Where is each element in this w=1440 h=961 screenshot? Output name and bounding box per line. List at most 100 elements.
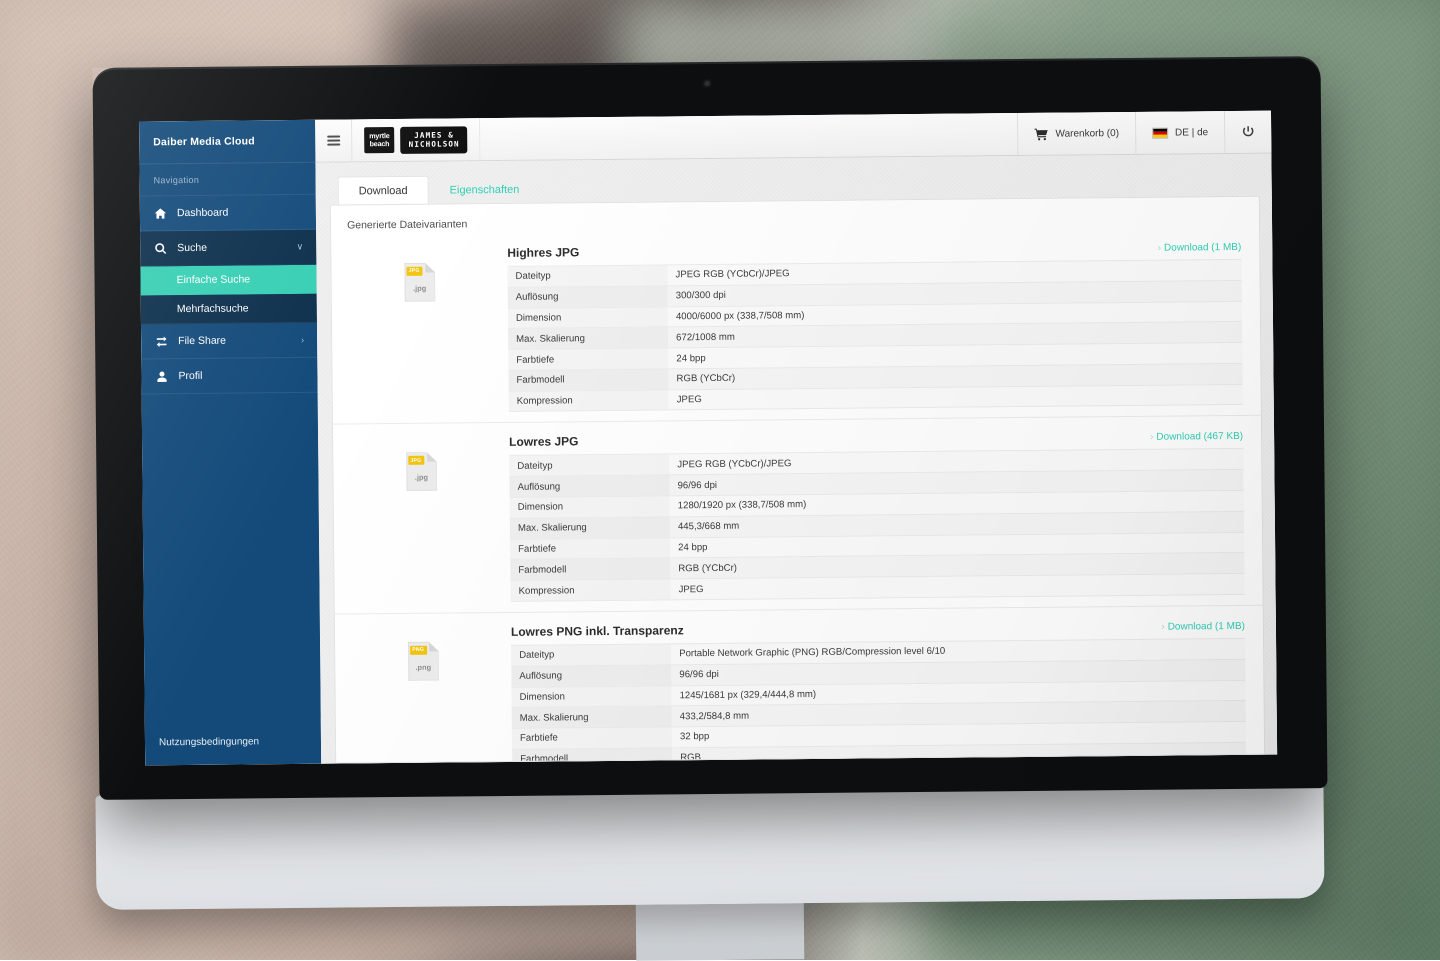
sidebar-subitem-label: Mehrfachsuche [176,302,249,316]
variant-list: JPG .jpg Highres JPG › Download (1 MB) Dateit… [331,227,1265,764]
file-icon-badge: JPG [405,266,423,276]
hamburger-icon [326,134,340,146]
sidebar-item-profil[interactable]: Profil [141,357,318,395]
sidebar-item-label: Dashboard [176,206,229,220]
cart-label: Warenkorb (0) [1055,127,1120,140]
sidebar-subitem-label: Einfache Suche [176,273,251,287]
webcam-icon [704,80,710,87]
property-key: Dimension [509,495,670,519]
download-link[interactable]: › Download (1 MB) [1161,621,1245,633]
property-key: Auflösung [511,664,672,687]
property-key: Kompression [508,389,669,412]
logo-line-1: JAMES & [414,130,454,140]
monitor-chin [95,784,1325,910]
sidebar-filler [141,392,321,720]
brand-logos: myrtle beach JAMES & NICHOLSON [352,118,481,162]
german-flag-icon [1151,127,1169,139]
search-icon [154,242,167,255]
property-key: Dateityp [511,643,672,667]
file-type-icon-cell: JPG .jpg [331,234,509,424]
property-value: JPEG [670,573,1245,600]
tab-label: Eigenschaften [449,183,520,197]
download-link-label: Download (1 MB) [1167,620,1245,633]
property-key: Max. Skalierung [511,706,672,729]
tab-eigenschaften[interactable]: Eigenschaften [428,175,540,204]
menu-toggle-button[interactable] [315,119,353,162]
file-variant-body: Highres JPG › Download (1 MB) Dateityp JPEG … [507,227,1243,423]
tab-download[interactable]: Download [337,175,429,205]
download-link-label: Download (1 MB) [1163,241,1242,254]
download-link-label: Download (467 KB) [1156,431,1244,444]
file-icon: JPG .jpg [406,452,437,491]
file-icon-badge: JPG [407,456,425,466]
sidebar-section-label: Navigation [139,162,316,197]
property-value: Compression level 6/10 [672,762,1247,764]
file-icon: PNG .png [408,642,439,681]
download-panel: Generierte Dateivarianten JPG .jpg Highres… [329,195,1266,764]
language-label: DE | de [1174,126,1209,139]
property-key: Dateityp [509,454,670,477]
file-variant-section: PNG .png Lowres PNG inkl. Transparenz › Down… [334,604,1265,764]
property-key: Farbmodell [508,368,669,392]
file-variant-body: Lowres JPG › Download (467 KB) Dateityp JPEG… [509,416,1245,612]
file-icon-badge: PNG [409,645,427,655]
cart-button[interactable]: Warenkorb (0) [1017,111,1136,156]
language-button[interactable]: DE | de [1134,111,1225,154]
file-icon-extension: .png [415,662,432,672]
file-variant-body: Lowres PNG inkl. Transparenz › Download (1… [511,606,1247,764]
sidebar-item-label: File Share [178,334,227,348]
file-type-icon-cell: PNG .png [335,613,513,764]
property-key: Dateityp [507,264,668,288]
application-window: Daiber Media Cloud Navigation Dashboard … [139,110,1278,766]
logout-button[interactable] [1223,110,1272,154]
file-icon-extension: .jpg [414,473,429,483]
sidebar-subitem-mehrfachsuche[interactable]: Mehrfachsuche [140,293,317,325]
properties-table: Dateityp JPEG RGB (YCbCr)/JPEG Auflösung 96… [509,448,1245,602]
home-icon [154,207,167,220]
user-icon [155,370,168,383]
app-brand: Daiber Media Cloud [139,119,316,165]
download-link[interactable]: › Download (467 KB) [1150,431,1243,443]
variant-title: Lowres JPG [509,434,579,450]
property-value: JPEG [668,384,1243,411]
chevron-right-icon: › [1149,432,1154,444]
sidebar-subitem-einfache-suche[interactable]: Einfache Suche [140,264,317,296]
file-type-icon-cell: JPG .jpg [333,423,511,613]
properties-table: Dateityp Portable Network Graphic (PNG) R… [511,638,1247,764]
download-link[interactable]: › Download (1 MB) [1158,242,1242,254]
monitor-stand [635,897,805,961]
chevron-right-icon: › [301,334,305,345]
james-nicholson-logo[interactable]: JAMES & NICHOLSON [400,125,468,154]
variant-title: Lowres PNG inkl. Transparenz [510,623,684,639]
sidebar-item-suche[interactable]: Suche ∨ [140,229,317,267]
property-key: Kompression [510,579,671,602]
logo-line-2: beach [369,139,390,149]
sidebar-item-file-share[interactable]: File Share › [140,322,318,360]
chevron-down-icon: ∨ [296,241,304,252]
shopping-cart-icon [1034,128,1048,140]
monitor-screen: Daiber Media Cloud Navigation Dashboard … [139,110,1278,766]
property-key: Dimension [511,685,672,708]
file-variant-section: JPG .jpg Lowres JPG › Download (467 KB) Datei… [332,415,1263,614]
property-key: Auflösung [509,475,670,498]
sidebar-item-dashboard[interactable]: Dashboard [139,194,317,232]
property-key: Max. Skalierung [509,516,671,540]
main-region: myrtle beach JAMES & NICHOLSON Warenkorb… [315,110,1278,764]
terms-link[interactable]: Nutzungsbedingungen [145,718,321,766]
chevron-right-icon: › [1157,242,1162,254]
file-icon: JPG .jpg [404,263,435,302]
sidebar-item-label: Profil [178,369,203,383]
exchange-icon [155,335,168,348]
sidebar-item-label: Suche [177,241,208,255]
tab-label: Download [358,184,408,198]
file-icon-extension: .jpg [413,283,427,293]
sidebar: Daiber Media Cloud Navigation Dashboard … [139,119,322,766]
property-key: Farbtiefe [508,348,669,371]
myrtle-beach-logo[interactable]: myrtle beach [364,127,395,154]
logo-line-2: NICHOLSON [408,139,460,149]
power-icon [1242,126,1254,137]
property-key: Farbtiefe [510,537,671,560]
properties-table: Dateityp JPEG RGB (YCbCr)/JPEG Auflösung 30… [507,259,1243,413]
property-key: Dimension [507,306,669,329]
